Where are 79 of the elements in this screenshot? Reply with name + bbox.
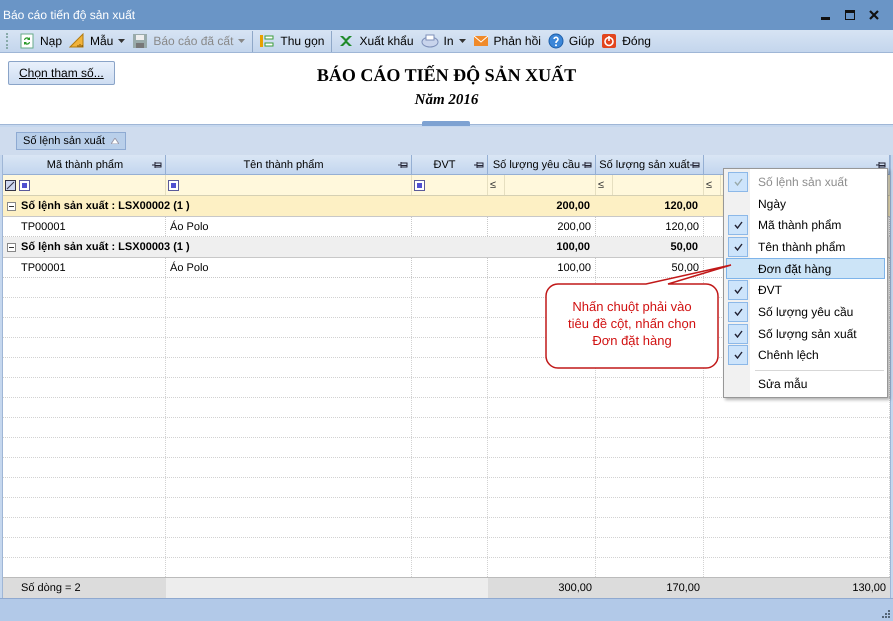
caret-icon xyxy=(458,38,466,44)
menu-item[interactable]: Tên thành phẩm xyxy=(726,236,885,258)
toolbar-button[interactable]: Giúp xyxy=(544,30,598,52)
splitter-handle[interactable] xyxy=(422,121,470,126)
table-cell: Áo Polo xyxy=(170,220,209,232)
help-icon xyxy=(548,33,564,49)
caret-icon xyxy=(118,38,126,44)
collapse-icon[interactable] xyxy=(7,202,16,210)
spreadsheet-icon xyxy=(338,33,354,49)
collapse-icon[interactable] xyxy=(7,242,16,252)
group-row[interactable]: Số lệnh sản xuất : LSX00002 (1 ) 200,00 120,00 xyxy=(3,196,723,217)
column-header[interactable]: Mã thành phẩm xyxy=(3,155,166,174)
caret-icon xyxy=(238,38,246,44)
report-subtitle: Năm 2016 xyxy=(414,92,478,109)
printer-icon xyxy=(420,33,439,49)
footer-total: 130,00 xyxy=(852,582,886,594)
refresh-icon xyxy=(19,33,35,49)
pin-icon[interactable] xyxy=(398,161,408,169)
close-icon[interactable] xyxy=(869,10,879,20)
toolbar-button[interactable]: Đóng xyxy=(598,30,654,52)
resize-grip-icon[interactable] xyxy=(881,609,890,618)
toolbar-button[interactable]: In xyxy=(418,30,469,52)
table-cell: 200,00 xyxy=(557,220,591,232)
filter-operator[interactable]: ≤ xyxy=(706,175,722,195)
filter-checkbox[interactable] xyxy=(168,180,179,190)
column-header[interactable]: ĐVT xyxy=(412,155,488,174)
group-total: 50,00 xyxy=(669,240,698,255)
ruler-icon xyxy=(69,33,86,49)
column-header[interactable]: Tên thành phẩm xyxy=(166,155,412,174)
filter-operator[interactable]: ≤ xyxy=(490,175,506,195)
table-cell: Áo Polo xyxy=(170,262,209,274)
table-cell: 100,00 xyxy=(557,262,591,274)
collapse-icon xyxy=(259,33,276,49)
filter-operator[interactable]: ≤ xyxy=(598,175,614,195)
report-title: BÁO CÁO TIẾN ĐỘ SẢN XUẤT xyxy=(316,65,576,86)
menu-item[interactable]: Chênh lệch xyxy=(726,344,885,366)
table-cell: 50,00 xyxy=(671,262,699,274)
filter-checkbox[interactable] xyxy=(414,180,425,190)
pin-icon[interactable] xyxy=(876,161,886,169)
pin-icon[interactable] xyxy=(152,161,162,169)
toolbar-button[interactable]: Phản hồi xyxy=(470,30,544,52)
toolbar-button[interactable]: Thu gọn xyxy=(252,30,328,52)
group-label: Số lệnh sản xuất : LSX00002 (1 ) xyxy=(21,200,190,212)
column-header[interactable]: Số lượng sản xuất xyxy=(596,155,704,174)
pin-icon[interactable] xyxy=(582,161,592,169)
menu-item[interactable]: Số lượng sản xuất xyxy=(726,322,885,344)
footer-summary: Số dòng = 2 xyxy=(21,582,81,594)
pin-icon[interactable] xyxy=(690,161,700,169)
save-icon xyxy=(132,33,148,49)
menu-item[interactable]: ĐVT xyxy=(726,279,885,302)
menu-item[interactable]: Mã thành phẩm xyxy=(726,214,885,236)
column-header[interactable]: Số lượng yêu cầu xyxy=(488,155,596,174)
power-icon xyxy=(601,33,618,49)
toolbar-button[interactable]: Xuất khẩu xyxy=(331,30,417,52)
group-by-chip[interactable]: Số lệnh sản xuất xyxy=(16,132,126,150)
table-cell: TP00001 xyxy=(21,220,66,232)
filter-checkbox[interactable] xyxy=(19,180,30,190)
group-total: 200,00 xyxy=(555,199,590,214)
window-title: Báo cáo tiến độ sản xuất xyxy=(3,8,136,22)
footer-total: 300,00 xyxy=(558,582,592,594)
pin-icon[interactable] xyxy=(474,161,484,169)
menu-item[interactable]: Ngày xyxy=(726,192,885,214)
callout-text: Nhấn chuột phải vào tiêu đề cột, nhấn chọn Đơn đặt hàng xyxy=(567,298,697,349)
footer-total: 170,00 xyxy=(666,582,700,594)
table-cell: TP00001 xyxy=(21,262,66,274)
menu-item[interactable]: Số lượng yêu cầu xyxy=(726,301,885,323)
envelope-icon xyxy=(472,33,489,49)
toolbar-button[interactable]: Mẫu xyxy=(66,30,128,52)
filter-edit-icon[interactable] xyxy=(5,180,16,190)
table-cell: 120,00 xyxy=(665,220,699,232)
toolbar-button[interactable]: Nạp xyxy=(16,30,66,52)
group-total: 100,00 xyxy=(555,240,590,255)
parameter-button[interactable]: Chọn tham số... xyxy=(8,61,115,85)
group-total: 120,00 xyxy=(663,199,698,214)
sort-icon xyxy=(110,138,119,144)
group-row[interactable]: Số lệnh sản xuất : LSX00003 (1 ) 100,00 50,00 xyxy=(3,237,723,258)
group-label: Số lệnh sản xuất : LSX00003 (1 ) xyxy=(21,241,190,253)
maximize-icon[interactable] xyxy=(845,10,855,20)
menu-item[interactable]: Đơn đặt hàng xyxy=(726,258,885,280)
